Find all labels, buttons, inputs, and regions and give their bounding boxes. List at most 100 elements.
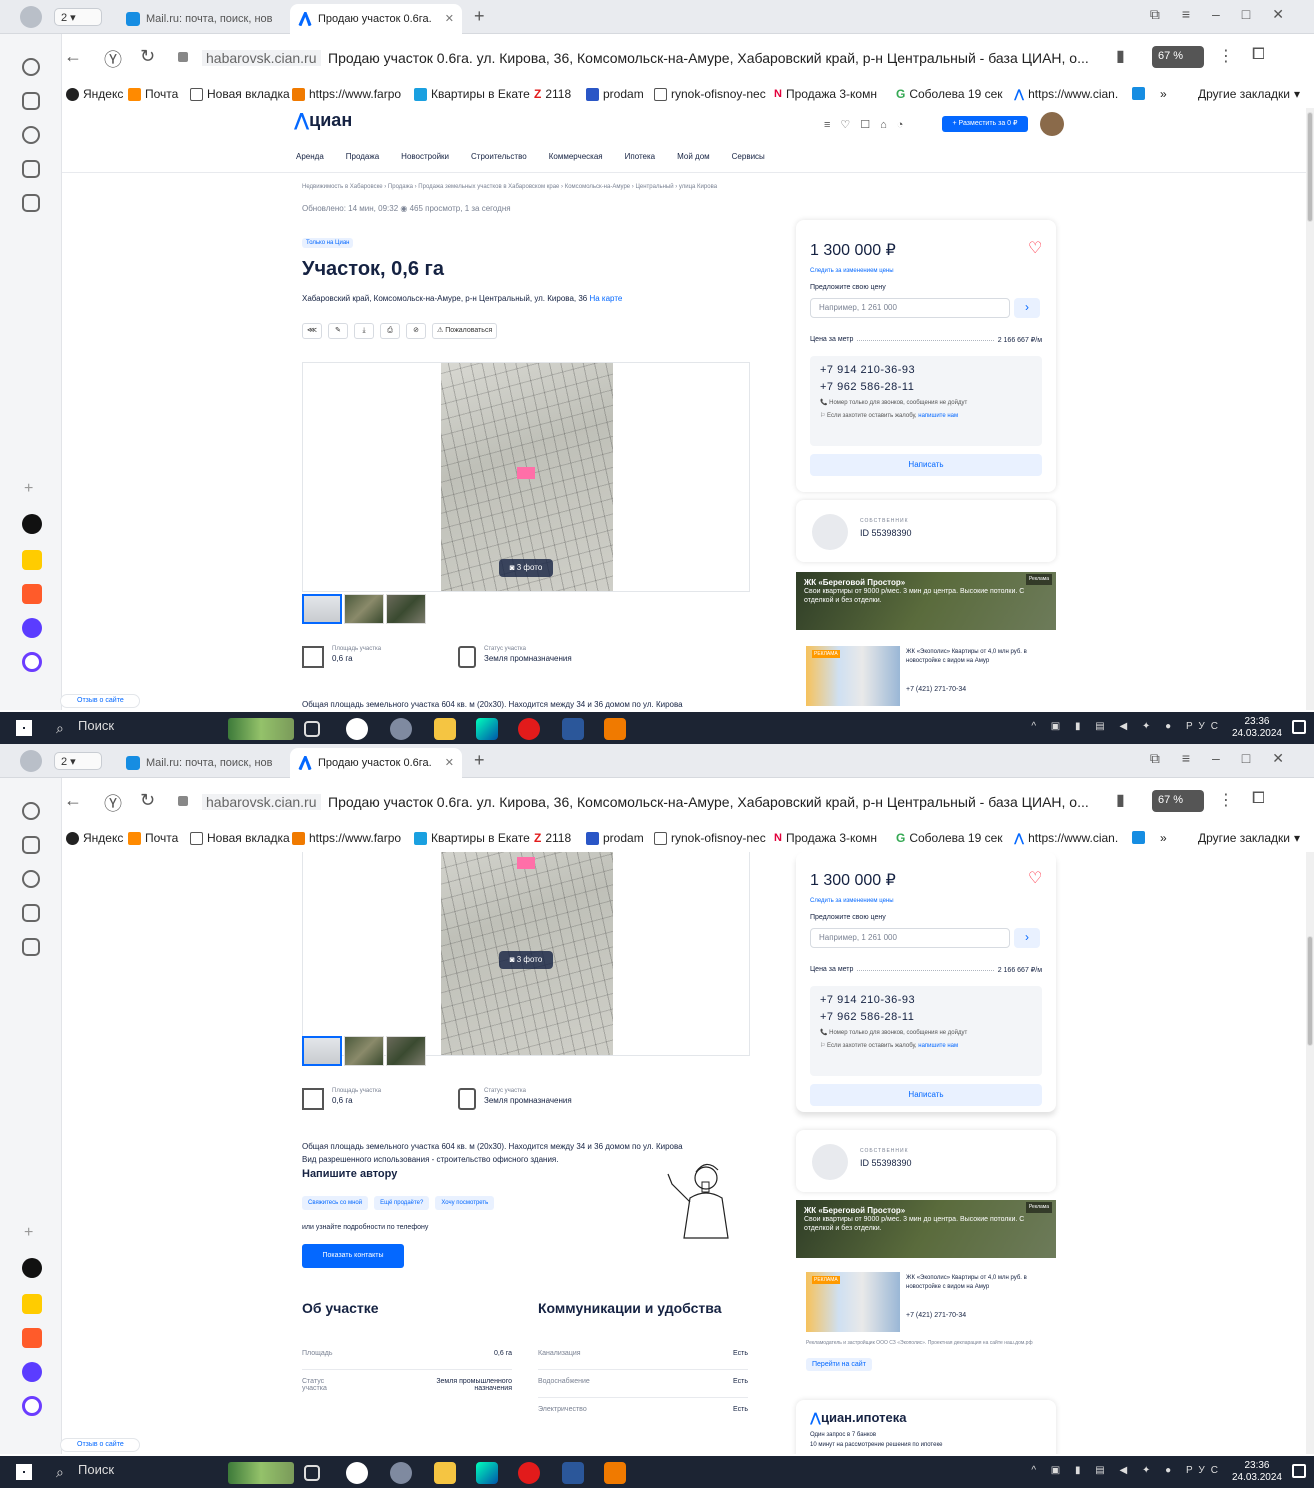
yandex-icon[interactable] — [518, 718, 540, 740]
app-icon[interactable] — [22, 514, 42, 534]
bookmark-item[interactable]: https://www.farpo — [292, 831, 401, 845]
agent-id[interactable]: ID 55398390 — [860, 528, 912, 538]
scroll-thumb[interactable] — [1307, 112, 1313, 222]
hide-icon[interactable]: ⊘ — [406, 323, 426, 339]
app-icon[interactable] — [604, 718, 626, 740]
scrollbar[interactable] — [1306, 852, 1314, 1454]
bookmark-item[interactable]: Новая вкладка — [190, 831, 290, 845]
thumbnail[interactable] — [386, 1036, 426, 1066]
app-icon[interactable] — [22, 618, 42, 638]
weather-image[interactable] — [228, 718, 294, 740]
profile-icon[interactable] — [20, 750, 42, 772]
edge-icon[interactable] — [476, 1462, 498, 1484]
notification-icon[interactable] — [1292, 720, 1306, 734]
complain-button[interactable]: ⚠ Пожаловаться — [432, 323, 498, 339]
cian-logo[interactable]: ⋀циан — [294, 110, 352, 131]
folder-icon[interactable] — [434, 1462, 456, 1484]
more-bookmarks[interactable]: » — [1160, 831, 1167, 845]
watch-price-link[interactable]: Следить за изменением цены — [810, 268, 894, 274]
bookmark-item[interactable]: N Продажа 3-комн — [774, 831, 877, 845]
word-icon[interactable] — [562, 1462, 584, 1484]
extensions-icon[interactable]: ⧠ — [1252, 790, 1265, 808]
collections-icon[interactable] — [22, 836, 40, 854]
offer-submit-button[interactable]: › — [1014, 298, 1040, 318]
edit-icon[interactable]: ✎ — [328, 323, 348, 339]
offer-input[interactable]: Например, 1 261 000 — [810, 928, 1010, 948]
offer-submit-button[interactable]: › — [1014, 928, 1040, 948]
ad-phone[interactable]: +7 (421) 271-70-34 — [906, 1312, 966, 1319]
ad-listing[interactable]: РЕКЛАМА ЖК «Экополис» Квартиры от 4,0 мл… — [806, 1272, 1056, 1382]
bookmark-item[interactable]: N Продажа 3-комн — [774, 87, 877, 101]
app-icon[interactable] — [390, 718, 412, 740]
back-icon[interactable]: ← — [64, 46, 82, 67]
bookmark-item[interactable]: Квартиры в Екате — [414, 831, 530, 845]
clock[interactable]: 23:36 24.03.2024 — [1232, 716, 1282, 740]
bookmark-item[interactable]: rynok-ofisnoy-nec — [654, 831, 766, 845]
url-field[interactable]: habarovsk.cian.ru Продаю участок 0.6га. … — [168, 44, 1108, 72]
lang-indicator[interactable]: РУС — [1186, 1465, 1224, 1476]
bookmark-item[interactable]: ⋀ https://www.cian. — [1014, 87, 1118, 101]
thumbnail[interactable] — [386, 594, 426, 624]
nav-item[interactable]: Сервисы — [732, 152, 765, 161]
chip[interactable]: Свяжитесь со мной — [302, 1196, 369, 1210]
menu-dots-icon[interactable]: ⋮ — [1218, 790, 1234, 810]
weather-image[interactable] — [228, 1462, 294, 1484]
feedback-button[interactable]: Отзыв о сайте — [60, 694, 140, 708]
share-icon[interactable]: ⋘ — [302, 323, 322, 339]
window-controls[interactable]: ⧉≡–□✕ — [1150, 750, 1306, 767]
cian-ipoteka-card[interactable]: ⋀циан.ипотека Один запрос в 7 банков 10 … — [796, 1400, 1056, 1454]
chip[interactable]: Ещё продаёте? — [374, 1196, 430, 1210]
scrollbar[interactable] — [1306, 108, 1314, 710]
main-photo[interactable] — [441, 363, 613, 591]
reload-icon[interactable]: ↻ — [140, 790, 155, 811]
chip[interactable]: Хочу посмотреть — [435, 1196, 495, 1210]
menu-dots-icon[interactable]: ⋮ — [1218, 46, 1234, 66]
app-icon[interactable] — [22, 1328, 42, 1348]
taskbar-search[interactable]: ⌕ Поиск — [48, 1462, 228, 1482]
write-button[interactable]: Написать — [810, 1084, 1042, 1106]
yandex-icon[interactable] — [518, 1462, 540, 1484]
tab-count-button[interactable]: 2 ▾ — [54, 752, 102, 770]
ad-listing[interactable]: РЕКЛАМА ЖК «Экополис» Квартиры от 4,0 мл… — [806, 646, 1056, 706]
app-icon[interactable] — [22, 1362, 42, 1382]
nav-item[interactable]: Аренда — [296, 152, 324, 161]
feedback-button[interactable]: Отзыв о сайте — [60, 1438, 140, 1452]
bookmark-item[interactable]: rynok-ofisnoy-nec — [654, 87, 766, 101]
task-view-icon[interactable] — [304, 721, 320, 737]
heart-icon[interactable]: ♡ — [1028, 868, 1042, 888]
yandex-browser-icon[interactable] — [346, 718, 368, 740]
system-tray[interactable]: ^ ▣ ▮ ▤ ◀ ✦ ● РУС — [1031, 721, 1224, 732]
heart-icon[interactable]: ♡ — [1028, 238, 1042, 258]
close-icon[interactable]: ✕ — [445, 4, 454, 34]
nav-item[interactable]: Коммерческая — [549, 152, 603, 161]
show-contacts-button[interactable]: Показать контакты — [302, 1244, 404, 1268]
bookmark-item[interactable]: Z 2118 — [534, 87, 571, 101]
url-field[interactable]: habarovsk.cian.ru Продаю участок 0.6га. … — [168, 788, 1108, 816]
app-icon[interactable] — [22, 1294, 42, 1314]
app-icon[interactable] — [604, 1462, 626, 1484]
tab-mail[interactable]: Mail.ru: почта, поиск, нов — [118, 748, 283, 778]
bookmark-item[interactable]: ⋀ https://www.cian. — [1014, 831, 1118, 845]
download-icon[interactable]: ⤓ — [354, 323, 374, 339]
photo-count-badge[interactable]: ◙ 3 фото — [499, 559, 553, 577]
two-icon[interactable] — [22, 160, 40, 178]
print-icon[interactable]: ⎙ — [380, 323, 400, 339]
play-icon[interactable] — [22, 126, 40, 144]
phone-number[interactable]: +7 914 210-36-93 — [820, 364, 1032, 376]
bookmark-icon[interactable]: ▮ — [1116, 790, 1125, 810]
gallery-icon[interactable] — [22, 938, 40, 956]
gallery-icon[interactable] — [22, 194, 40, 212]
bookmark-item[interactable]: Квартиры в Екате — [414, 87, 530, 101]
header-icons[interactable]: ≡♡☐⌂◔ — [824, 118, 913, 131]
thumbnail[interactable] — [344, 1036, 384, 1066]
breadcrumb[interactable]: Недвижимость в Хабаровске › Продажа › Пр… — [302, 184, 717, 190]
photo-count-badge[interactable]: ◙ 3 фото — [499, 951, 553, 969]
yandex-browser-icon[interactable] — [346, 1462, 368, 1484]
app-icon[interactable] — [22, 550, 42, 570]
agent-id[interactable]: ID 55398390 — [860, 1158, 912, 1168]
watch-price-link[interactable]: Следить за изменением цены — [810, 898, 894, 904]
add-icon[interactable]: + — [24, 1224, 33, 1242]
other-bookmarks[interactable]: Другие закладки ▾ — [1198, 831, 1300, 845]
bookmark-item[interactable]: Почта — [128, 87, 178, 101]
bookmark-item[interactable] — [1132, 831, 1145, 844]
